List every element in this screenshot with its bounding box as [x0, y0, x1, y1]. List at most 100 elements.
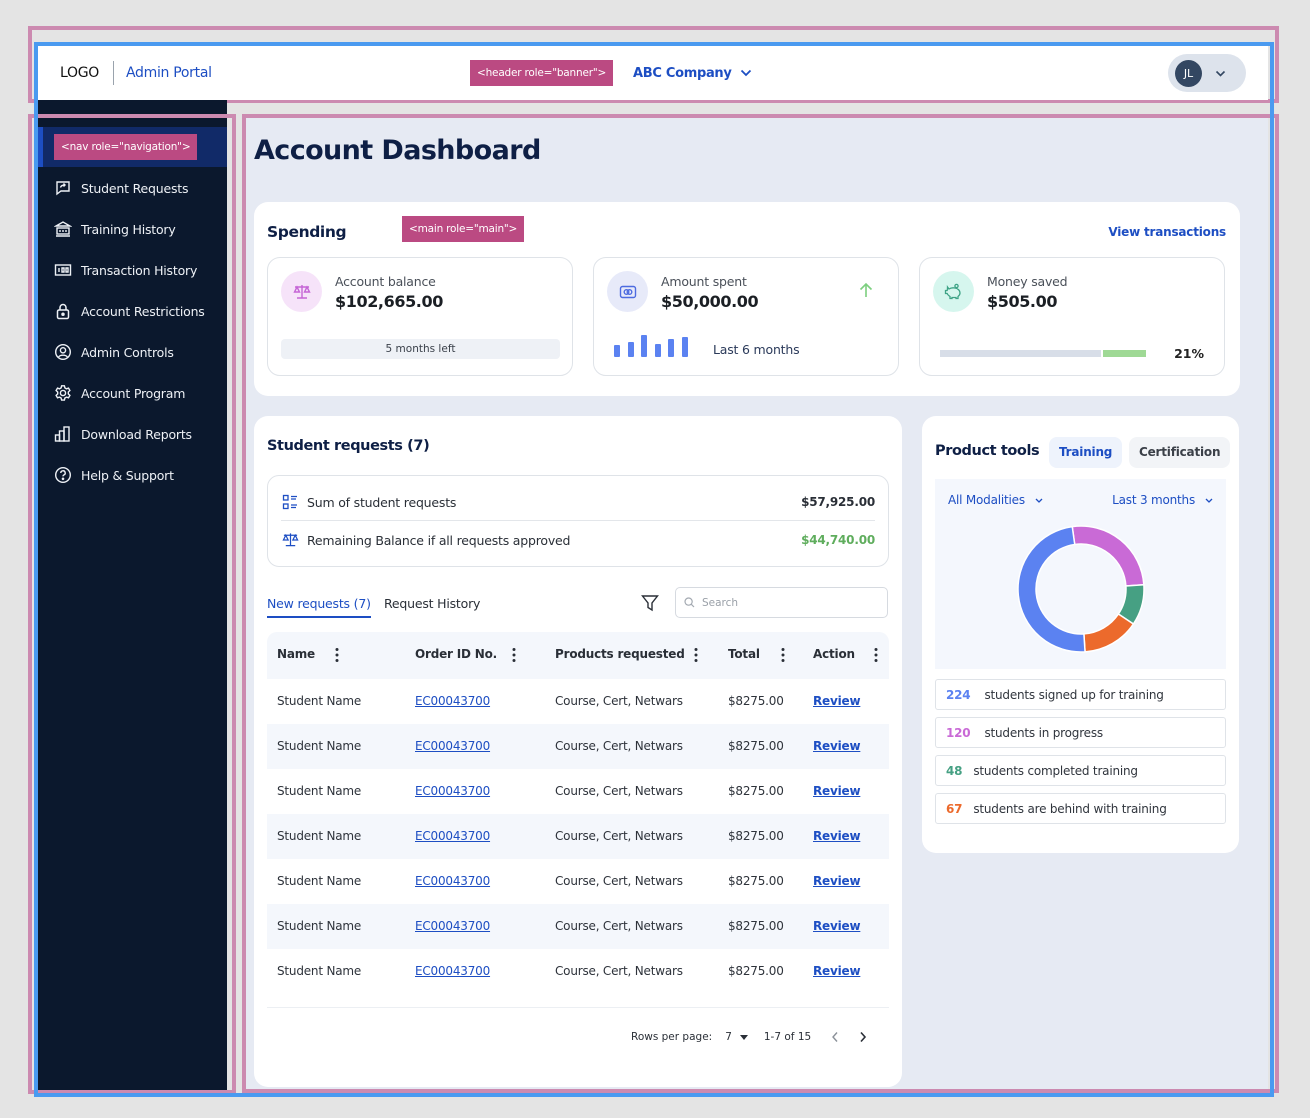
tab-request-history[interactable]: Request History — [384, 596, 480, 616]
remaining-label: Remaining Balance if all requests approv… — [307, 532, 571, 548]
training-chart-panel: All Modalities Last 3 months — [935, 479, 1226, 669]
sidebar-item-label: Training History — [81, 221, 176, 237]
trend-up-icon — [859, 282, 873, 297]
cell-name: Student Name — [277, 829, 362, 843]
donut-slice-students-are-behind-with-training[interactable] — [1083, 612, 1135, 653]
stat-label: students in progress — [984, 725, 1103, 740]
avatar: JL — [1175, 59, 1202, 87]
sidebar-item-admin-controls[interactable]: Admin Controls — [54, 341, 174, 363]
order-id-link[interactable]: EC00043700 — [415, 874, 490, 888]
cell-name: Student Name — [277, 874, 362, 888]
sidebar-item-label: Help & Support — [81, 467, 174, 483]
cell-products: Course, Cert, Netwars — [555, 874, 683, 888]
stat-label: students signed up for training — [984, 687, 1164, 702]
portal-name[interactable]: Admin Portal — [126, 65, 212, 81]
chevron-down-icon — [1215, 70, 1226, 77]
review-link[interactable]: Review — [813, 874, 861, 888]
review-link[interactable]: Review — [813, 739, 861, 753]
sum-label: Sum of student requests — [307, 494, 457, 510]
cell-name: Student Name — [277, 964, 362, 978]
search-icon — [684, 597, 695, 608]
page-title: Account Dashboard — [254, 135, 541, 166]
spending-card: Spending <main role="main"> View transac… — [254, 202, 1240, 396]
cell-products: Course, Cert, Netwars — [555, 829, 683, 843]
column-menu-icon[interactable] — [512, 647, 516, 663]
rows-per-page-select[interactable]: 7 — [725, 1031, 748, 1043]
sidebar-item-label: Transaction History — [81, 262, 198, 278]
sparkline-bar — [641, 335, 647, 357]
view-transactions-link[interactable]: View transactions — [1108, 225, 1226, 239]
column-header-order-id[interactable]: Order ID No. — [415, 647, 497, 661]
sidebar-item-student-requests[interactable]: Student Requests — [54, 177, 188, 199]
cell-name: Student Name — [277, 784, 362, 798]
column-header-total[interactable]: Total — [728, 647, 760, 661]
cell-total: $8275.00 — [728, 784, 784, 798]
summary-divider — [281, 520, 875, 521]
sidebar-item-transaction-history[interactable]: Transaction History — [54, 259, 197, 281]
column-menu-icon[interactable] — [874, 647, 878, 663]
table-row: Student Name EC00043700 Course, Cert, Netw… — [267, 949, 889, 994]
user-menu[interactable]: JL — [1168, 54, 1246, 92]
column-header-action[interactable]: Action — [813, 647, 855, 661]
column-menu-icon[interactable] — [335, 647, 339, 663]
stat-value: 48 — [946, 763, 963, 778]
tab-training[interactable]: Training — [1049, 437, 1123, 468]
next-page-icon[interactable] — [859, 1031, 867, 1043]
column-menu-icon[interactable] — [694, 647, 698, 663]
rows-per-page-value: 7 — [725, 1031, 732, 1043]
review-link[interactable]: Review — [813, 919, 861, 933]
requests-summary: Sum of student requests $57,925.00 Remai… — [267, 475, 889, 567]
order-id-link[interactable]: EC00043700 — [415, 784, 490, 798]
main-role-tag: <main role="main"> — [402, 216, 525, 242]
balance-scale-icon — [281, 271, 322, 312]
product-tools-card: Product tools Training Certification All… — [922, 416, 1239, 853]
cell-products: Course, Cert, Netwars — [555, 964, 683, 978]
user-circle-icon — [54, 343, 72, 361]
period-dropdown[interactable]: Last 3 months — [1112, 493, 1213, 507]
order-id-link[interactable]: EC00043700 — [415, 964, 490, 978]
help-circle-icon — [54, 466, 72, 484]
review-link[interactable]: Review — [813, 784, 861, 798]
donut-slice-students-in-progress[interactable] — [1071, 525, 1145, 587]
order-id-link[interactable]: EC00043700 — [415, 829, 490, 843]
savings-progress-track — [940, 350, 1101, 357]
order-id-link[interactable]: EC00043700 — [415, 739, 490, 753]
donut-slice-students-signed-up-for-training[interactable] — [1017, 525, 1086, 653]
order-id-link[interactable]: EC00043700 — [415, 919, 490, 933]
table-header: Name Order ID No. Products requested Tot… — [267, 632, 889, 679]
cell-total: $8275.00 — [728, 739, 784, 753]
bar-chart-icon — [54, 426, 70, 442]
filter-icon[interactable] — [641, 594, 659, 612]
sidebar-item-account-restrictions[interactable]: Account Restrictions — [54, 300, 205, 322]
amount-spent-value: $50,000.00 — [661, 292, 759, 311]
sidebar-item-label: Account Program — [81, 385, 186, 401]
sidebar-item-training-history[interactable]: Training History — [54, 218, 176, 240]
cell-total: $8275.00 — [728, 874, 784, 888]
stat-label: students completed training — [973, 763, 1138, 778]
logo[interactable]: LOGO — [60, 65, 99, 81]
search-field[interactable] — [675, 587, 888, 618]
sidebar-item-account-program[interactable]: Account Program — [54, 382, 185, 404]
review-link[interactable]: Review — [813, 694, 861, 708]
counter-icon — [54, 264, 72, 276]
money-saved-label: Money saved — [987, 274, 1068, 289]
previous-page-icon[interactable] — [831, 1031, 839, 1043]
review-link[interactable]: Review — [813, 829, 861, 843]
column-menu-icon[interactable] — [781, 647, 785, 663]
column-header-products[interactable]: Products requested — [555, 647, 685, 661]
modality-dropdown[interactable]: All Modalities — [948, 493, 1043, 507]
spend-period-label: Last 6 months — [713, 342, 800, 357]
review-link[interactable]: Review — [813, 964, 861, 978]
sidebar-item-help-support[interactable]: Help & Support — [54, 464, 174, 486]
stat-behind: 67 students are behind with training — [935, 793, 1226, 824]
account-balance-value: $102,665.00 — [335, 292, 443, 311]
tab-certification[interactable]: Certification — [1129, 437, 1231, 468]
column-header-name[interactable]: Name — [277, 647, 315, 661]
search-input[interactable] — [702, 596, 872, 609]
tab-new-requests[interactable]: New requests (7) — [267, 596, 371, 618]
order-id-link[interactable]: EC00043700 — [415, 694, 490, 708]
stat-value: 120 — [946, 725, 971, 740]
stat-in-progress: 120 students in progress — [935, 717, 1226, 748]
sidebar-item-download-reports[interactable]: Download Reports — [54, 423, 192, 445]
company-selector[interactable]: ABC Company — [633, 66, 752, 81]
